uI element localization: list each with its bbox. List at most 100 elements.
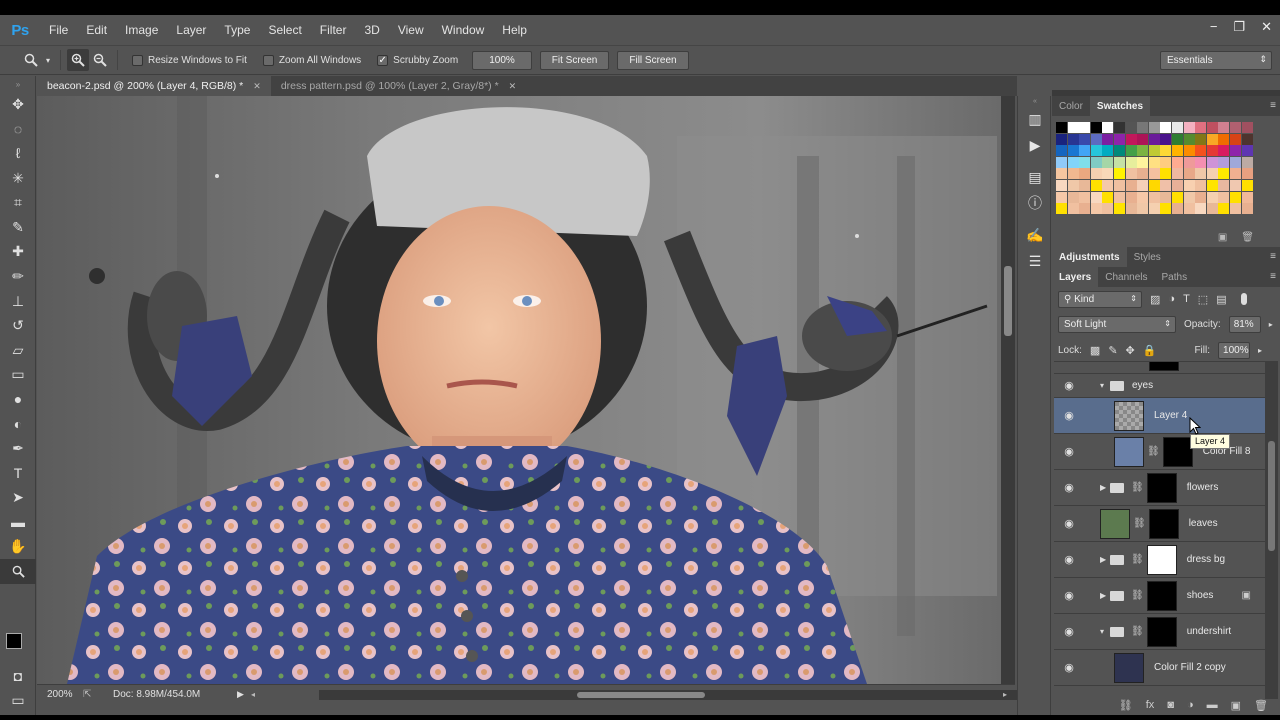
info-panel-icon[interactable]: ⓘ (1018, 190, 1052, 216)
tab-swatches[interactable]: Swatches (1089, 96, 1151, 116)
swatch-cell[interactable] (1125, 145, 1137, 157)
filter-shape-icon[interactable]: ⬚ (1198, 293, 1208, 306)
swatch-cell[interactable] (1090, 145, 1102, 157)
zoom-100-button[interactable]: 100% (472, 50, 532, 70)
swatch-cell[interactable] (1183, 179, 1195, 191)
swatch-cell[interactable] (1148, 203, 1160, 215)
swatch-cell[interactable] (1067, 203, 1079, 215)
menu-help[interactable]: Help (493, 23, 536, 37)
swatch-cell[interactable] (1241, 191, 1253, 203)
swatch-cell[interactable] (1160, 168, 1172, 180)
zoom-tool-icon[interactable] (0, 559, 36, 584)
mask-thumbnail[interactable] (1146, 472, 1177, 503)
filter-type-icon[interactable]: T (1183, 293, 1190, 305)
swatch-cell[interactable] (1090, 203, 1102, 215)
swatch-cell[interactable] (1183, 203, 1195, 215)
opacity-slider-icon[interactable]: ▸ (1269, 320, 1273, 329)
panel-menu-icon[interactable]: ≡ (1270, 100, 1276, 111)
dodge-tool-icon[interactable]: ◐ (0, 412, 36, 437)
lasso-tool-icon[interactable]: ℓ (0, 141, 36, 166)
mask-thumbnail[interactable] (1148, 362, 1179, 371)
checkbox-box-checked[interactable]: ✓ (377, 54, 389, 66)
swatch-cell[interactable] (1079, 156, 1091, 168)
swatch-cell[interactable] (1125, 156, 1137, 168)
horizontal-scrollbar[interactable] (319, 690, 1019, 700)
swatch-cell[interactable] (1229, 191, 1241, 203)
foreground-color[interactable] (6, 633, 22, 649)
swatch-cell[interactable] (1229, 145, 1241, 157)
swatch-cell[interactable] (1102, 168, 1114, 180)
layer-thumbnail[interactable] (1114, 400, 1144, 431)
mask-thumbnail[interactable] (1146, 544, 1177, 575)
eye-icon[interactable]: ◉ (1060, 661, 1078, 674)
menu-layer[interactable]: Layer (167, 23, 215, 37)
swatch-cell[interactable] (1171, 203, 1183, 215)
swatch-cell[interactable] (1137, 133, 1149, 145)
add-mask-icon[interactable]: ◙ (1167, 699, 1174, 715)
eye-icon[interactable]: ◉ (1060, 445, 1078, 458)
swatch-cell[interactable] (1218, 156, 1230, 168)
swatch-cell[interactable] (1183, 145, 1195, 157)
swatch-cell[interactable] (1160, 179, 1172, 191)
swatch-cell[interactable] (1125, 133, 1137, 145)
eye-icon[interactable]: ◉ (1060, 625, 1078, 638)
panel-menu-icon[interactable]: ≡ (1270, 251, 1276, 262)
swatch-cell[interactable] (1113, 179, 1125, 191)
layer-row-leaves[interactable]: ◉ ⛓ leaves (1054, 506, 1265, 542)
swatch-cell[interactable] (1183, 133, 1195, 145)
zoom-level[interactable]: 200% (47, 689, 83, 700)
eyedropper-tool-icon[interactable]: ✎ (0, 215, 36, 240)
layer-row-flowers[interactable]: ◉ ▶ ⛓ flowers (1054, 470, 1265, 506)
quick-mask-icon[interactable]: ◘ (0, 664, 36, 689)
menu-filter[interactable]: Filter (311, 23, 356, 37)
layer-thumbnail[interactable] (1114, 652, 1144, 683)
properties-panel-icon[interactable]: ▤ (1018, 164, 1052, 190)
swatch-cell[interactable] (1102, 179, 1114, 191)
swatch-cell[interactable] (1195, 179, 1207, 191)
shape-tool-icon[interactable]: ▬ (0, 510, 36, 535)
expand-arrow-icon[interactable]: ▶ (1100, 555, 1110, 564)
swatch-cell[interactable] (1137, 203, 1149, 215)
layer-thumbnail[interactable] (1114, 436, 1144, 467)
path-selection-tool-icon[interactable]: ➤ (0, 486, 36, 511)
share-icon[interactable]: ⇱ (83, 689, 113, 700)
eye-icon[interactable]: ◉ (1060, 589, 1078, 602)
swatch-cell[interactable] (1125, 191, 1137, 203)
swatch-cell[interactable] (1137, 122, 1149, 133)
swatch-cell[interactable] (1241, 145, 1253, 157)
scroll-left-icon[interactable]: ◂ (251, 690, 255, 699)
swatch-cell[interactable] (1171, 145, 1183, 157)
swatch-cell[interactable] (1241, 203, 1253, 215)
swatch-cell[interactable] (1148, 168, 1160, 180)
zoom-in-icon[interactable] (67, 49, 89, 71)
eye-icon[interactable]: ◉ (1060, 517, 1078, 530)
swatch-cell[interactable] (1183, 122, 1195, 133)
clone-stamp-tool-icon[interactable]: ⊥ (0, 289, 36, 314)
brush-presets-icon[interactable]: ☰ (1018, 248, 1052, 274)
layer-row-shoes[interactable]: ◉ ▶ ⛓ shoes ▣ (1054, 578, 1265, 614)
history-panel-icon[interactable]: ▥ (1018, 106, 1052, 132)
swatch-cell[interactable] (1148, 122, 1160, 133)
filter-pixel-icon[interactable]: ▨ (1150, 293, 1160, 306)
swatch-cell[interactable] (1148, 156, 1160, 168)
swatch-cell[interactable] (1113, 203, 1125, 215)
swatch-cell[interactable] (1148, 133, 1160, 145)
swatch-cell[interactable] (1079, 168, 1091, 180)
tab-dress-pattern[interactable]: dress pattern.psd @ 100% (Layer 2, Gray/… (271, 76, 526, 96)
swatch-cell[interactable] (1056, 156, 1067, 168)
swatch-cell[interactable] (1067, 179, 1079, 191)
swatch-cell[interactable] (1160, 156, 1172, 168)
dock-collapse-icon[interactable]: « (1018, 96, 1052, 106)
pen-tool-icon[interactable]: ✒ (0, 436, 36, 461)
swatch-cell[interactable] (1206, 156, 1218, 168)
swatch-cell[interactable] (1079, 179, 1091, 191)
crop-tool-icon[interactable]: ⌗ (0, 190, 36, 215)
swatch-cell[interactable] (1090, 179, 1102, 191)
hand-tool-icon[interactable]: ✋ (0, 535, 36, 560)
swatch-cell[interactable] (1171, 122, 1183, 133)
swatch-cell[interactable] (1079, 133, 1091, 145)
swatch-cell[interactable] (1229, 156, 1241, 168)
swatch-cell[interactable] (1206, 122, 1218, 133)
swatch-cell[interactable] (1056, 168, 1067, 180)
swatch-cell[interactable] (1090, 168, 1102, 180)
